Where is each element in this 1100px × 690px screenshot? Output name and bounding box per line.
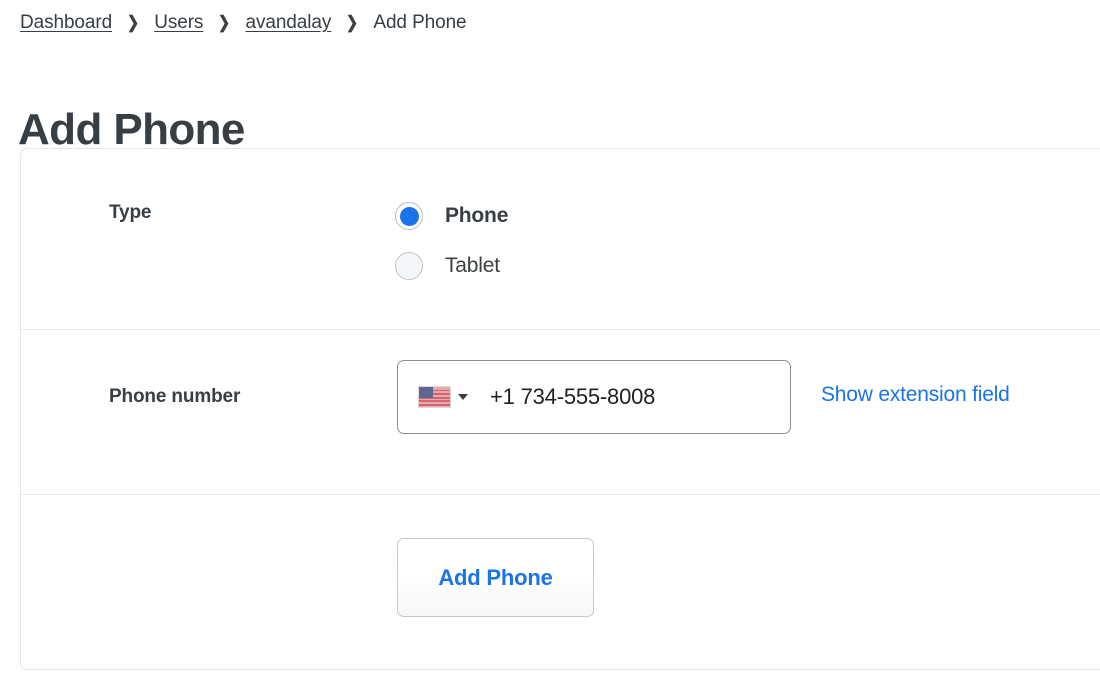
breadcrumb-item-avandalay[interactable]: avandalay xyxy=(246,12,332,34)
add-phone-page: Dashboard ❯ Users ❯ avandalay ❯ Add Phon… xyxy=(0,0,1100,690)
breadcrumb-item-current: Add Phone xyxy=(373,12,467,33)
radio-phone-icon[interactable] xyxy=(395,202,423,230)
breadcrumb-separator-icon: ❯ xyxy=(218,13,231,32)
add-phone-button[interactable]: Add Phone xyxy=(397,538,594,617)
page-title: Add Phone xyxy=(18,105,245,155)
us-flag-icon xyxy=(418,386,451,408)
phone-number-label: Phone number xyxy=(109,386,241,407)
phone-number-value[interactable]: +1 734-555-8008 xyxy=(490,384,655,410)
show-extension-field-link[interactable]: Show extension field xyxy=(821,383,1010,407)
phone-number-field-row: Phone number +1 734-555-8008 Show extens… xyxy=(21,330,1100,495)
radio-selected-dot-icon xyxy=(399,206,419,226)
radio-option-phone[interactable]: Phone xyxy=(395,191,508,241)
flag-canton xyxy=(419,387,433,398)
breadcrumb-item-users[interactable]: Users xyxy=(154,12,203,34)
breadcrumb-separator-icon: ❯ xyxy=(346,13,359,32)
submit-row: Add Phone xyxy=(21,495,1100,668)
radio-tablet-icon[interactable] xyxy=(395,252,423,280)
type-field-row: Type Phone Tablet xyxy=(21,149,1100,330)
radio-option-tablet[interactable]: Tablet xyxy=(395,241,508,291)
radio-label-phone: Phone xyxy=(445,204,509,227)
phone-number-input[interactable]: +1 734-555-8008 xyxy=(397,360,791,434)
chevron-down-icon xyxy=(458,394,468,400)
type-field-label: Type xyxy=(109,202,152,223)
breadcrumb-separator-icon: ❯ xyxy=(127,13,140,32)
breadcrumb-item-dashboard[interactable]: Dashboard xyxy=(20,12,112,34)
radio-label-tablet: Tablet xyxy=(445,254,500,277)
type-radio-group: Phone Tablet xyxy=(395,191,508,291)
country-code-selector[interactable] xyxy=(418,386,468,408)
add-phone-form-panel: Type Phone Tablet Phone number +1 734-55… xyxy=(20,148,1100,670)
breadcrumb: Dashboard ❯ Users ❯ avandalay ❯ Add Phon… xyxy=(20,12,467,34)
